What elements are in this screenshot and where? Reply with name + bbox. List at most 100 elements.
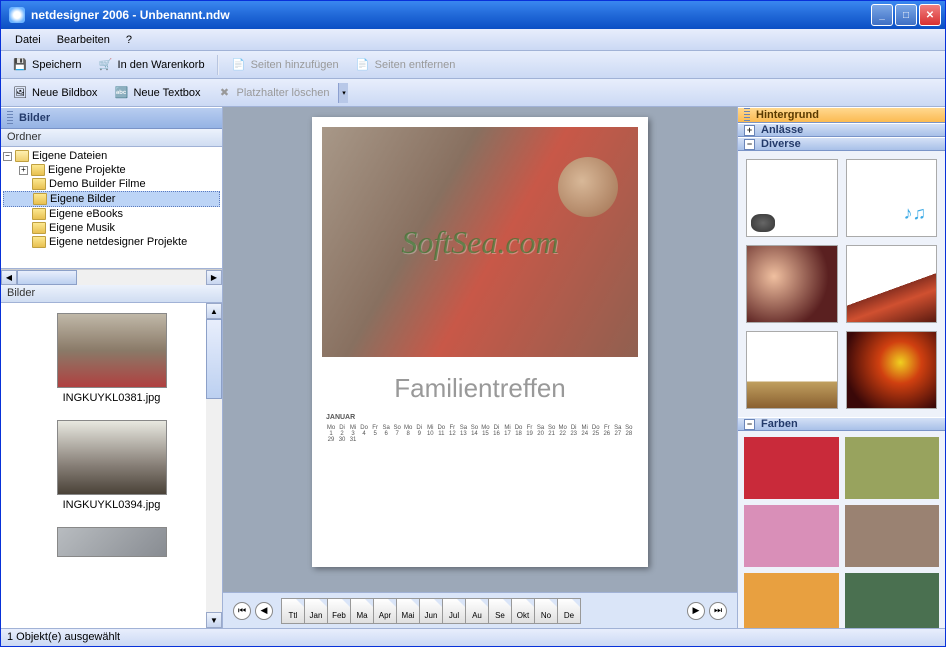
menu-file[interactable]: Datei — [7, 31, 49, 49]
scroll-right-icon[interactable]: ▶ — [206, 270, 222, 285]
tree-root-label: Eigene Dateien — [32, 150, 107, 162]
month-tab[interactable]: Jan — [304, 598, 328, 624]
menu-edit[interactable]: Bearbeiten — [49, 31, 118, 49]
status-text: 1 Objekt(e) ausgewählt — [7, 631, 120, 643]
cart-icon: 🛒 — [98, 57, 114, 73]
background-thumb[interactable] — [846, 245, 938, 323]
canvas-viewport[interactable]: SoftSea.com Familientreffen JANUAR MoDiM… — [223, 107, 737, 592]
color-swatch[interactable] — [744, 505, 839, 567]
maximize-button[interactable]: □ — [895, 4, 917, 26]
section-anlaesse[interactable]: + Anlässe — [738, 123, 945, 137]
tree-item-root[interactable]: − Eigene Dateien — [3, 149, 220, 163]
save-button[interactable]: 💾 Speichern — [5, 53, 89, 77]
section-farben[interactable]: − Farben — [738, 417, 945, 431]
delete-placeholder-button[interactable]: ✖ Platzhalter löschen — [210, 81, 337, 105]
expand-icon[interactable]: + — [744, 125, 755, 136]
tree-item[interactable]: + Eigene Projekte — [3, 163, 220, 177]
scroll-thumb[interactable] — [206, 319, 222, 399]
separator — [217, 55, 219, 75]
section-diverse[interactable]: − Diverse — [738, 137, 945, 151]
thumbnail-filename: INGKUYKL0381.jpg — [57, 392, 167, 404]
page-add-icon: 📄 — [231, 57, 247, 73]
new-imagebox-label: Neue Bildbox — [32, 87, 97, 99]
statusbar: 1 Objekt(e) ausgewählt — [1, 628, 945, 646]
thumbnail-item[interactable]: INGKUYKL0394.jpg — [57, 420, 167, 511]
color-swatch[interactable] — [845, 505, 940, 567]
folder-tree[interactable]: − Eigene Dateien + Eigene ProjekteDemo Bu… — [1, 147, 222, 269]
color-swatch[interactable] — [845, 573, 940, 628]
month-tab[interactable]: Jun — [419, 598, 443, 624]
color-swatch[interactable] — [845, 437, 940, 499]
page-photo[interactable]: SoftSea.com — [322, 127, 638, 357]
thumbnail-image[interactable] — [57, 420, 167, 495]
month-tab[interactable]: Mai — [396, 598, 420, 624]
background-thumb[interactable] — [746, 245, 838, 323]
remove-pages-button[interactable]: 📄 Seiten entfernen — [348, 53, 463, 77]
background-thumb[interactable] — [746, 331, 838, 409]
toolbar-secondary: 🖼 Neue Bildbox 🔤 Neue Textbox ✖ Platzhal… — [1, 79, 945, 107]
folder-section-label: Ordner — [1, 129, 222, 147]
tree-item[interactable]: Eigene eBooks — [3, 207, 220, 221]
scroll-down-icon[interactable]: ▼ — [206, 612, 222, 628]
scroll-up-icon[interactable]: ▲ — [206, 303, 222, 319]
tree-item-label: Eigene Bilder — [50, 193, 115, 205]
tree-item-label: Eigene netdesigner Projekte — [49, 236, 187, 248]
new-textbox-button[interactable]: 🔤 Neue Textbox — [106, 81, 207, 105]
scroll-thumb[interactable] — [17, 270, 77, 285]
background-thumb[interactable] — [746, 159, 838, 237]
tree-item[interactable]: Eigene Musik — [3, 221, 220, 235]
collapse-icon[interactable]: − — [3, 152, 12, 161]
month-tab[interactable]: Okt — [511, 598, 535, 624]
thumbnail-item[interactable] — [57, 527, 167, 557]
color-swatch[interactable] — [744, 573, 839, 628]
folder-icon — [32, 222, 46, 234]
month-tab[interactable]: Jul — [442, 598, 466, 624]
tree-item[interactable]: Eigene Bilder — [3, 191, 220, 207]
left-panel-title: Bilder — [19, 112, 50, 124]
new-imagebox-button[interactable]: 🖼 Neue Bildbox — [5, 81, 104, 105]
month-tab[interactable]: Ttl — [281, 598, 305, 624]
add-pages-button[interactable]: 📄 Seiten hinzufügen — [224, 53, 346, 77]
section-anlaesse-label: Anlässe — [761, 124, 803, 136]
toolbar-overflow[interactable]: ▾ — [338, 83, 348, 103]
thumbnail-list[interactable]: INGKUYKL0381.jpg INGKUYKL0394.jpg ▲ ▼ — [1, 303, 222, 628]
nav-next-button[interactable]: ▶ — [687, 602, 705, 620]
nav-last-button[interactable]: ⏭ — [709, 602, 727, 620]
month-tab[interactable]: No — [534, 598, 558, 624]
menu-help[interactable]: ? — [118, 31, 140, 49]
month-tab[interactable]: Se — [488, 598, 512, 624]
background-thumb[interactable] — [846, 331, 938, 409]
month-tab[interactable]: Feb — [327, 598, 351, 624]
page-heading[interactable]: Familientreffen — [322, 357, 638, 412]
thumbnail-image[interactable] — [57, 527, 167, 557]
menubar: Datei Bearbeiten ? — [1, 29, 945, 51]
thumbnail-image[interactable] — [57, 313, 167, 388]
month-tab[interactable]: Ma — [350, 598, 374, 624]
thumb-vscroll[interactable]: ▲ ▼ — [206, 303, 222, 628]
collapse-icon[interactable]: − — [744, 139, 755, 150]
month-tab[interactable]: Apr — [373, 598, 397, 624]
month-tab[interactable]: Au — [465, 598, 489, 624]
page-navigator: ⏮ ◀ TtlJanFebMaAprMaiJunJulAuSeOktNoDe ▶… — [223, 592, 737, 628]
tree-item[interactable]: Eigene netdesigner Projekte — [3, 235, 220, 249]
tree-hscroll[interactable]: ◀ ▶ — [1, 269, 222, 285]
month-tab[interactable]: De — [557, 598, 581, 624]
delete-icon: ✖ — [217, 85, 233, 101]
calendar-page[interactable]: SoftSea.com Familientreffen JANUAR MoDiM… — [312, 117, 648, 567]
nav-first-button[interactable]: ⏮ — [233, 602, 251, 620]
minimize-button[interactable]: _ — [871, 4, 893, 26]
nav-prev-button[interactable]: ◀ — [255, 602, 273, 620]
right-panel: Hintergrund + Anlässe − Diverse − Farben — [737, 107, 945, 628]
thumbnail-item[interactable]: INGKUYKL0381.jpg — [57, 313, 167, 404]
color-swatch[interactable] — [744, 437, 839, 499]
scroll-left-icon[interactable]: ◀ — [1, 270, 17, 285]
tree-item-label: Eigene Projekte — [48, 164, 126, 176]
expand-icon[interactable]: + — [19, 166, 28, 175]
folder-open-icon — [15, 150, 29, 162]
background-thumb[interactable] — [846, 159, 938, 237]
thumbnail-filename: INGKUYKL0394.jpg — [57, 499, 167, 511]
collapse-icon[interactable]: − — [744, 419, 755, 430]
cart-button[interactable]: 🛒 In den Warenkorb — [91, 53, 212, 77]
tree-item[interactable]: Demo Builder Filme — [3, 177, 220, 191]
close-button[interactable]: ✕ — [919, 4, 941, 26]
